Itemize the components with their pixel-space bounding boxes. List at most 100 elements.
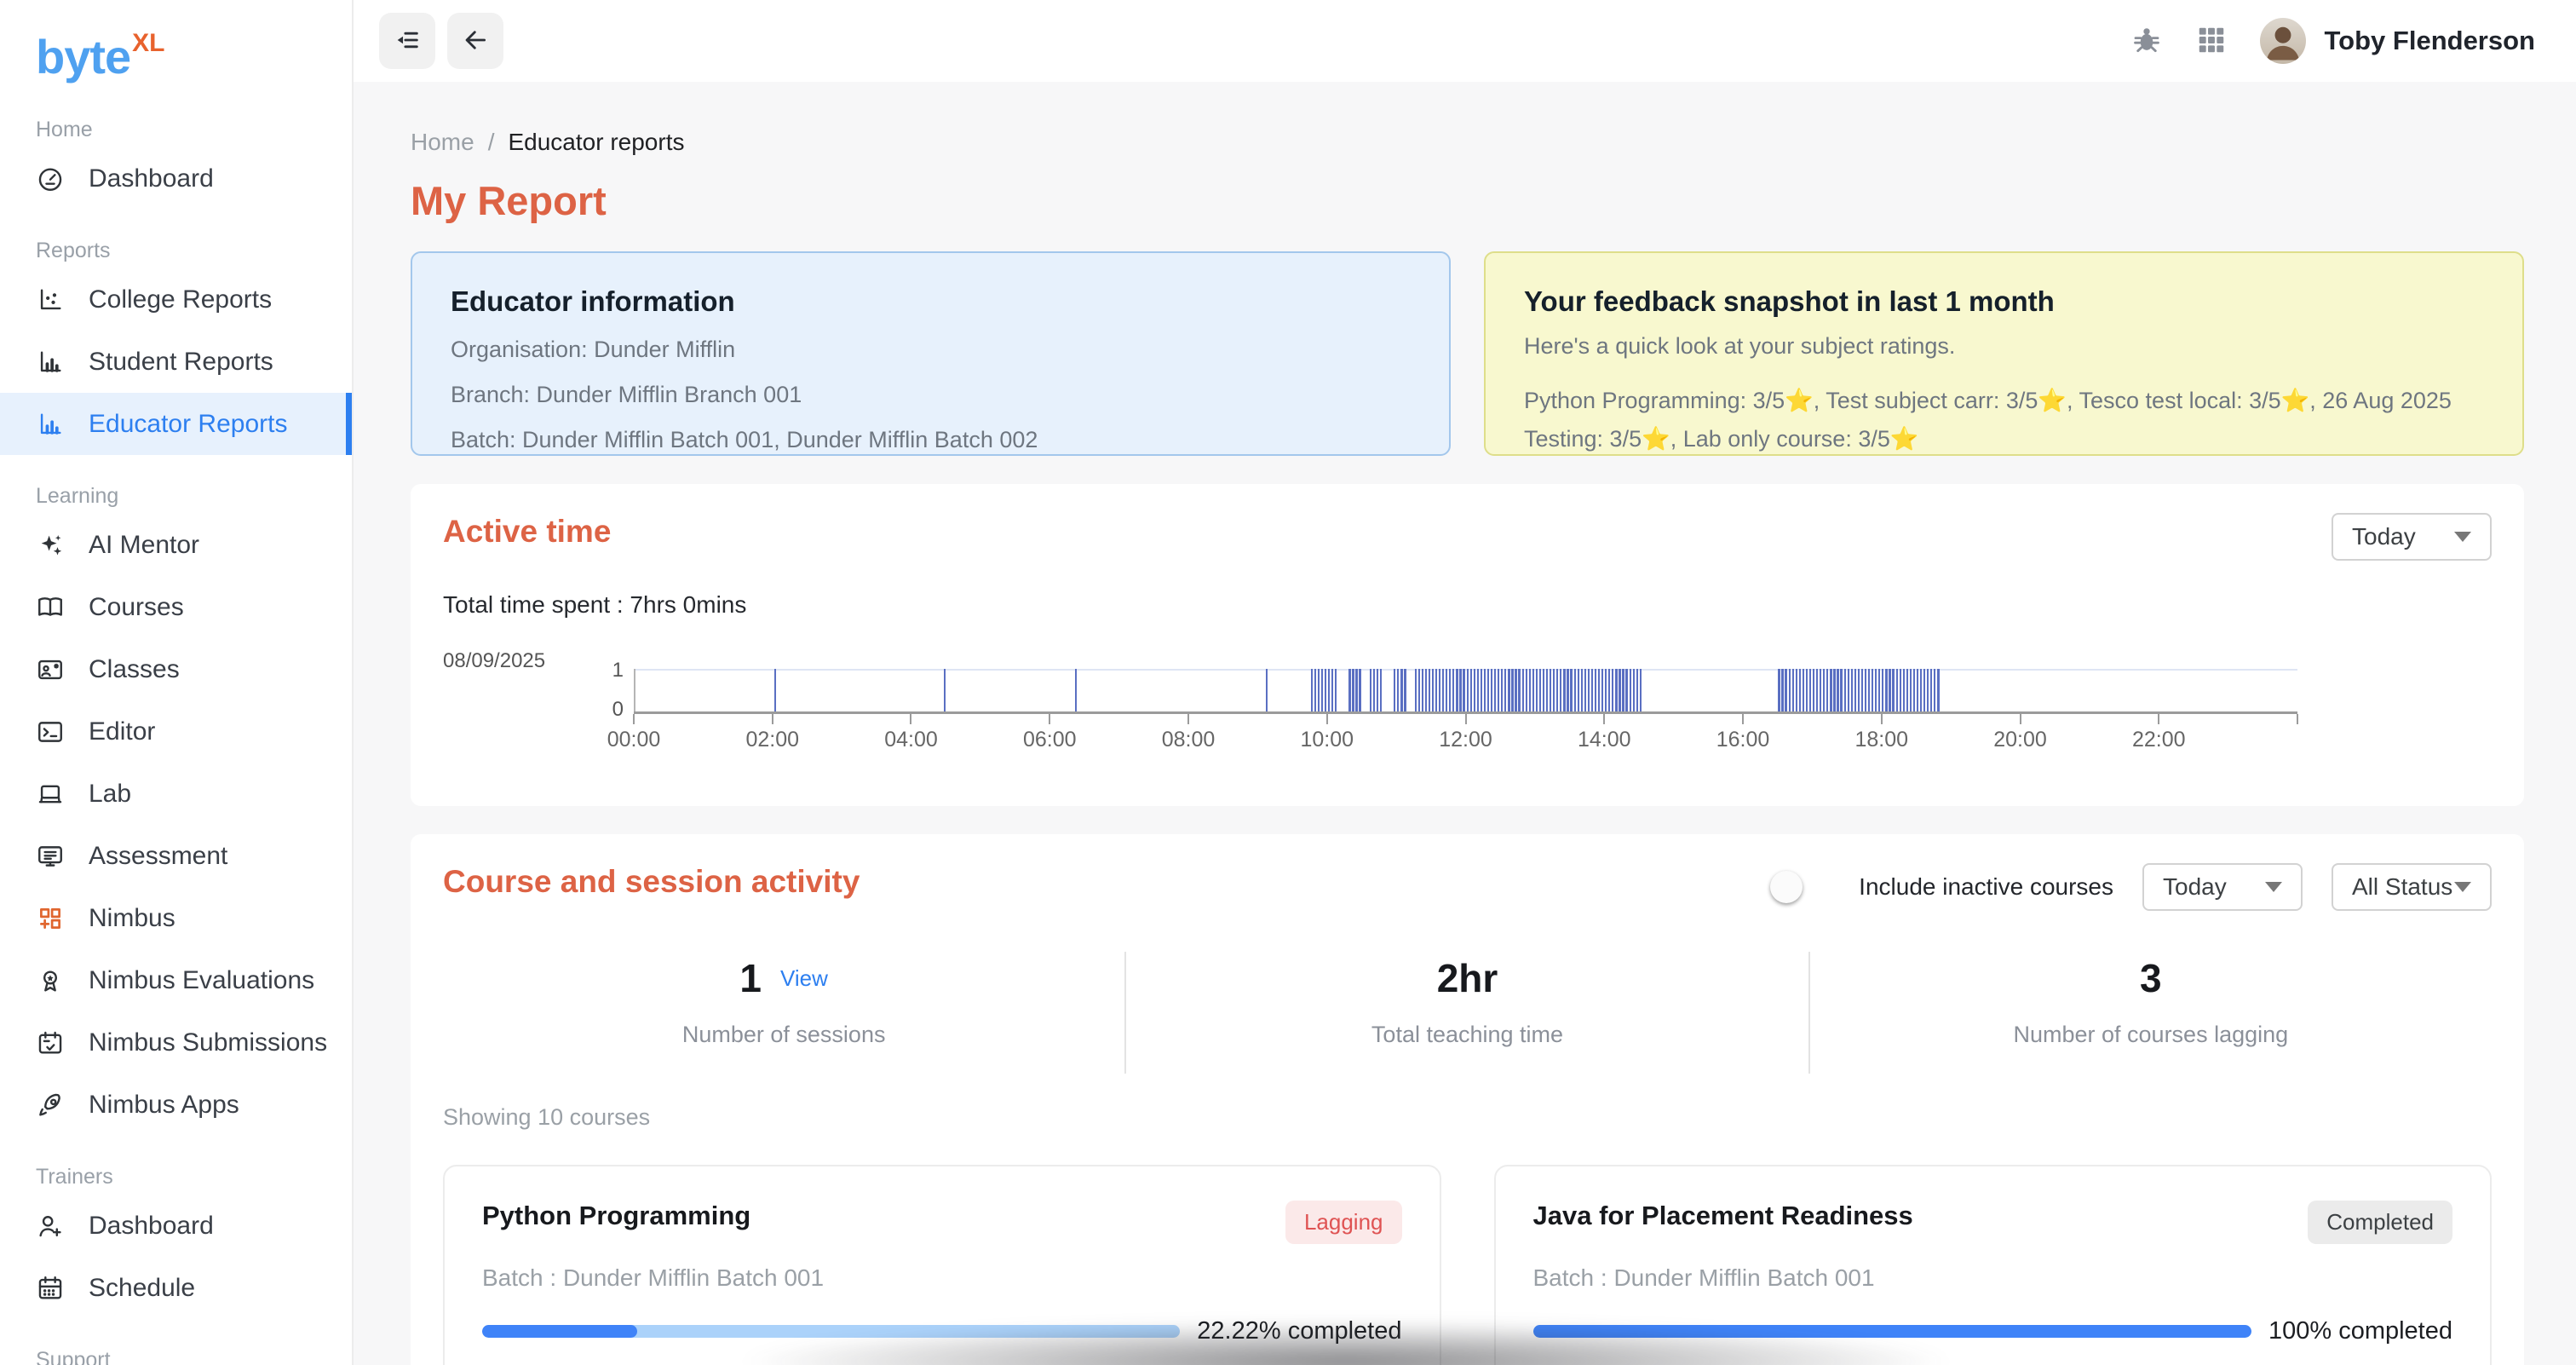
x-tick-label: 02:00 bbox=[745, 728, 799, 752]
activity-bar bbox=[1570, 669, 1572, 711]
activity-bar bbox=[1380, 669, 1382, 711]
activity-bar bbox=[1348, 669, 1350, 711]
sidebar-item-dashboard[interactable]: Dashboard bbox=[0, 147, 352, 210]
class-photo-icon bbox=[36, 655, 65, 684]
activity-bar bbox=[1903, 669, 1905, 711]
scatter-chart-icon bbox=[36, 285, 65, 314]
sidebar-item-courses[interactable]: Courses bbox=[0, 576, 352, 638]
activity-bar bbox=[1526, 669, 1527, 711]
course-date-select[interactable]: Today bbox=[2142, 863, 2303, 911]
sidebar-item-educator-reports[interactable]: Educator Reports bbox=[0, 393, 352, 455]
activity-bar bbox=[1934, 669, 1935, 711]
x-tick-mark bbox=[633, 714, 635, 724]
activity-bar bbox=[1640, 669, 1642, 711]
sidebar-item-classes[interactable]: Classes bbox=[0, 638, 352, 700]
stat-courses-lagging-value: 3 bbox=[2140, 955, 2162, 1001]
chart-date-label: 08/09/2025 bbox=[443, 649, 545, 673]
activity-bar bbox=[1321, 669, 1323, 711]
activity-bar bbox=[1630, 669, 1631, 711]
activity-bar bbox=[1449, 669, 1451, 711]
sidebar-item-trainer-dashboard[interactable]: Dashboard bbox=[0, 1195, 352, 1257]
course-status-value: All Status bbox=[2352, 873, 2452, 901]
sidebar-item-ai-mentor[interactable]: AI Mentor bbox=[0, 514, 352, 576]
collapse-sidebar-icon bbox=[393, 26, 422, 57]
apps-menu-button[interactable] bbox=[2195, 24, 2228, 59]
activity-bar bbox=[1848, 669, 1849, 711]
activity-bar bbox=[1477, 669, 1479, 711]
sidebar-item-label: Schedule bbox=[89, 1274, 195, 1303]
activity-bar bbox=[1452, 669, 1454, 711]
bug-report-button[interactable] bbox=[2130, 24, 2163, 59]
activity-bar bbox=[1491, 669, 1492, 711]
activity-bar bbox=[1501, 669, 1503, 711]
include-inactive-toggle[interactable] bbox=[1775, 876, 1825, 898]
stat-teaching-time-label: Total teaching time bbox=[1126, 1022, 1808, 1048]
activity-bar bbox=[1920, 669, 1922, 711]
bar-chart-icon bbox=[36, 410, 65, 439]
stat-sessions: 1 View Number of sessions bbox=[443, 952, 1124, 1074]
x-tick-mark bbox=[1881, 714, 1883, 724]
activity-bar bbox=[1355, 669, 1357, 711]
activity-bar bbox=[1601, 669, 1603, 711]
activity-bar bbox=[1906, 669, 1908, 711]
sidebar-item-assessment[interactable]: Assessment bbox=[0, 825, 352, 887]
course-card-python[interactable]: Python Programming Lagging Batch : Dunde… bbox=[443, 1165, 1441, 1365]
brand-logo[interactable]: byteXL bbox=[0, 0, 352, 89]
x-tick-mark bbox=[2158, 714, 2159, 724]
stat-teaching-time: 2hr Total teaching time bbox=[1126, 952, 1808, 1074]
course-card-java[interactable]: Java for Placement Readiness Completed B… bbox=[1494, 1165, 2493, 1365]
activity-bar bbox=[1553, 669, 1555, 711]
status-badge: Completed bbox=[2308, 1201, 2452, 1244]
sidebar-item-nimbus-submissions[interactable]: Nimbus Submissions bbox=[0, 1011, 352, 1074]
sidebar-item-label: Educator Reports bbox=[89, 410, 287, 439]
activity-bar bbox=[1605, 669, 1607, 711]
x-tick-mark bbox=[910, 714, 911, 724]
collapse-sidebar-button[interactable] bbox=[379, 13, 435, 69]
x-tick-mark bbox=[772, 714, 773, 724]
sidebar-item-lab[interactable]: Lab bbox=[0, 763, 352, 825]
activity-bar bbox=[1394, 669, 1395, 711]
activity-bar bbox=[1851, 669, 1853, 711]
active-time-panel: Active time Today Total time spent : 7hr… bbox=[411, 484, 2524, 806]
breadcrumb-home[interactable]: Home bbox=[411, 129, 474, 156]
active-time-range-select[interactable]: Today bbox=[2332, 513, 2492, 561]
sidebar-item-editor[interactable]: Editor bbox=[0, 700, 352, 763]
activity-bar bbox=[1422, 669, 1423, 711]
activity-bar bbox=[774, 669, 776, 711]
activity-bar bbox=[1633, 669, 1635, 711]
activity-bar bbox=[1481, 669, 1482, 711]
grid-plus-icon bbox=[36, 904, 65, 933]
x-tick-label: 00:00 bbox=[607, 728, 661, 752]
back-button[interactable] bbox=[447, 13, 503, 69]
activity-bar bbox=[1075, 669, 1077, 711]
activity-bar bbox=[1370, 669, 1371, 711]
activity-bar bbox=[1854, 669, 1856, 711]
sidebar-item-college-reports[interactable]: College Reports bbox=[0, 268, 352, 331]
sidebar-item-nimbus-evaluations[interactable]: Nimbus Evaluations bbox=[0, 949, 352, 1011]
activity-bar bbox=[1937, 669, 1939, 711]
course-progress: 22.22% completed bbox=[482, 1317, 1402, 1345]
caret-down-icon bbox=[2454, 882, 2471, 892]
user-menu[interactable]: Toby Flenderson bbox=[2260, 18, 2535, 64]
sidebar-item-student-reports[interactable]: Student Reports bbox=[0, 331, 352, 393]
activity-bar bbox=[1511, 669, 1513, 711]
activity-bar bbox=[1875, 669, 1877, 711]
sidebar-item-label: Classes bbox=[89, 655, 180, 684]
x-tick-mark bbox=[1742, 714, 1744, 724]
sidebar-item-nimbus-apps[interactable]: Nimbus Apps bbox=[0, 1074, 352, 1136]
sidebar-item-nimbus[interactable]: Nimbus bbox=[0, 887, 352, 949]
progress-track bbox=[1533, 1325, 2251, 1338]
view-sessions-link[interactable]: View bbox=[780, 965, 828, 992]
activity-bar bbox=[1826, 669, 1828, 711]
laptop-icon bbox=[36, 780, 65, 809]
activity-bar bbox=[1927, 669, 1929, 711]
sidebar-item-schedule[interactable]: Schedule bbox=[0, 1257, 352, 1319]
sidebar-section-reports: Reports bbox=[36, 239, 352, 264]
apps-grid-icon bbox=[2195, 24, 2228, 59]
educator-info-card: Educator information Organisation: Dunde… bbox=[411, 251, 1451, 456]
sidebar-item-label: Editor bbox=[89, 717, 155, 746]
activity-bar bbox=[1622, 669, 1624, 711]
sparkles-icon bbox=[36, 531, 65, 560]
course-status-select[interactable]: All Status bbox=[2332, 863, 2492, 911]
main-column: Toby Flenderson Home / Educator reports … bbox=[354, 0, 2576, 1365]
